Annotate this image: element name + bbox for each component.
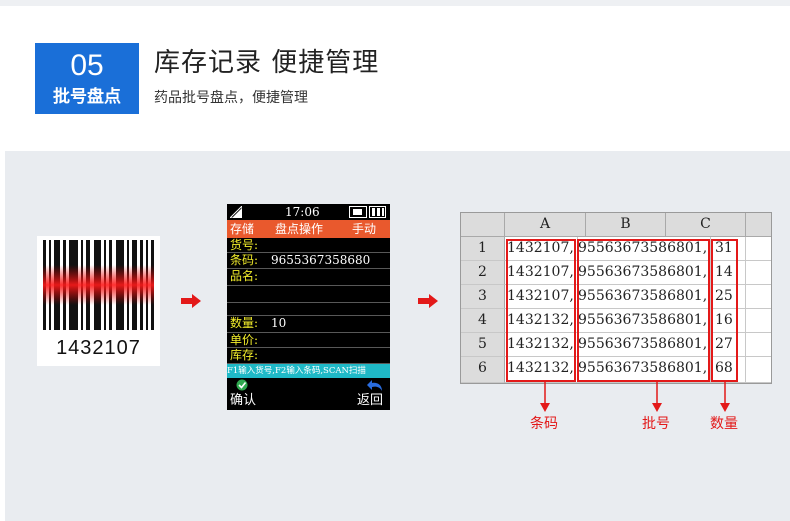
back-button[interactable]: 返回 bbox=[357, 379, 387, 409]
cell-empty[interactable] bbox=[746, 285, 771, 309]
cell-empty[interactable] bbox=[746, 237, 771, 261]
field-value: 9655367358680 bbox=[271, 253, 371, 267]
row-number: 3 bbox=[461, 285, 505, 309]
row-number: 6 bbox=[461, 357, 505, 383]
column-header[interactable]: B bbox=[586, 213, 666, 237]
menu-inventory[interactable]: 盘点操作 bbox=[275, 220, 323, 238]
badge-number: 05 bbox=[70, 49, 104, 82]
scanner-screen: 17:06 存储 盘点操作 手动 货号: 条码: 9655367358680 品… bbox=[227, 204, 390, 410]
barcode-image: 1432107 bbox=[37, 236, 160, 366]
menu-bar: 存储 盘点操作 手动 bbox=[227, 220, 390, 238]
field-price[interactable]: 单价: bbox=[227, 333, 390, 348]
field-value: 10 bbox=[271, 316, 287, 330]
row-number: 4 bbox=[461, 309, 505, 333]
back-label: 返回 bbox=[357, 393, 384, 408]
batch-highlight-box bbox=[577, 239, 710, 382]
status-bar: 17:06 bbox=[227, 204, 390, 220]
barcode-number: 1432107 bbox=[56, 337, 141, 359]
field-blank-1[interactable] bbox=[227, 286, 390, 303]
arrow-down-icon bbox=[652, 382, 662, 412]
menu-manual[interactable]: 手动 bbox=[352, 220, 376, 238]
column-header[interactable]: C bbox=[666, 213, 746, 237]
barcode-highlight-box bbox=[506, 239, 576, 382]
section-badge: 05 批号盘点 bbox=[35, 43, 139, 114]
cell-empty[interactable] bbox=[746, 309, 771, 333]
cell-empty[interactable] bbox=[746, 357, 771, 383]
confirm-button[interactable]: 确认 bbox=[230, 379, 260, 409]
caption-batch: 批号 bbox=[642, 416, 670, 432]
field-item-no[interactable]: 货号: bbox=[227, 238, 390, 253]
field-barcode[interactable]: 条码: 9655367358680 bbox=[227, 253, 390, 269]
field-label: 品名: bbox=[230, 269, 259, 283]
corner-cell bbox=[461, 213, 505, 237]
page-title: 库存记录 便捷管理 bbox=[154, 48, 380, 78]
back-arrow-icon bbox=[367, 380, 382, 391]
arrow-down-icon bbox=[720, 382, 730, 412]
field-label: 单价: bbox=[230, 333, 259, 347]
battery-icon bbox=[349, 206, 386, 218]
field-label: 货号: bbox=[230, 238, 259, 252]
row-number: 5 bbox=[461, 333, 505, 357]
row-number: 1 bbox=[461, 237, 505, 261]
signal-icon bbox=[230, 206, 242, 218]
field-quantity[interactable]: 数量: 10 bbox=[227, 316, 390, 333]
barcode-bars bbox=[43, 240, 154, 330]
field-label: 条码: bbox=[230, 253, 259, 267]
badge-label: 批号盘点 bbox=[53, 87, 121, 107]
field-label: 数量: bbox=[230, 316, 259, 330]
hint-bar: F1输入货号,F2输入条码,SCAN扫描 bbox=[227, 364, 390, 378]
field-blank-2[interactable] bbox=[227, 303, 390, 316]
caption-quantity: 数量 bbox=[710, 416, 738, 432]
confirm-label: 确认 bbox=[230, 393, 257, 408]
field-label: 库存: bbox=[230, 348, 259, 362]
checkmark-icon bbox=[236, 379, 248, 391]
cell-empty[interactable] bbox=[746, 333, 771, 357]
cell-empty[interactable] bbox=[746, 261, 771, 285]
column-header-extra bbox=[746, 213, 771, 237]
arrow-right-icon bbox=[181, 294, 201, 308]
menu-store[interactable]: 存储 bbox=[230, 220, 254, 238]
column-header[interactable]: A bbox=[505, 213, 586, 237]
arrow-down-icon bbox=[540, 382, 550, 412]
field-stock[interactable]: 库存: bbox=[227, 348, 390, 364]
clock: 17:06 bbox=[285, 205, 320, 219]
row-number: 2 bbox=[461, 261, 505, 285]
quantity-highlight-box bbox=[711, 239, 738, 382]
page-subtitle: 药品批号盘点，便捷管理 bbox=[154, 90, 308, 106]
caption-barcode: 条码 bbox=[530, 416, 558, 432]
top-strip bbox=[0, 0, 790, 6]
field-name[interactable]: 品名: bbox=[227, 269, 390, 286]
arrow-right-icon bbox=[418, 294, 438, 308]
